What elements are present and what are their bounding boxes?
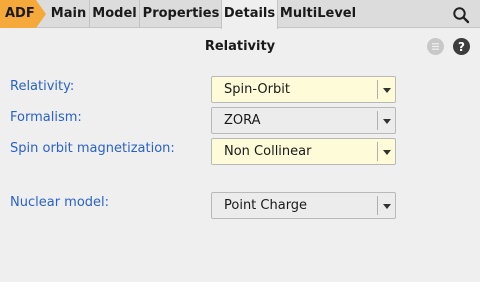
spin-orbit-magnetization-value: Non Collinear bbox=[224, 144, 312, 159]
relativity-label: Relativity: bbox=[10, 79, 75, 94]
tab-bar: ADF Main Model Properties Details MultiL… bbox=[0, 0, 480, 29]
tab-details[interactable]: Details bbox=[221, 0, 278, 29]
tab-properties[interactable]: Properties bbox=[140, 0, 222, 28]
chevron-down-icon bbox=[383, 204, 391, 209]
formalism-value: ZORA bbox=[224, 113, 261, 128]
select-divider bbox=[377, 142, 378, 161]
relativity-value: Spin-Orbit bbox=[224, 82, 290, 97]
page-title: Relativity bbox=[204, 39, 276, 54]
help-icon[interactable]: ? bbox=[453, 38, 470, 55]
tab-adf-label: ADF bbox=[5, 6, 35, 21]
menu-icon[interactable] bbox=[427, 38, 444, 55]
formalism-label: Formalism: bbox=[10, 110, 82, 125]
relativity-select[interactable]: Spin-Orbit bbox=[211, 76, 396, 103]
nuclear-model-label: Nuclear model: bbox=[10, 195, 110, 210]
nuclear-model-select[interactable]: Point Charge bbox=[211, 192, 396, 219]
nuclear-model-value: Point Charge bbox=[224, 198, 308, 213]
tab-adf[interactable]: ADF bbox=[0, 0, 46, 28]
chevron-down-icon bbox=[383, 88, 391, 93]
select-divider bbox=[377, 80, 378, 99]
tab-multilevel[interactable]: MultiLevel bbox=[278, 0, 358, 28]
search-icon[interactable] bbox=[452, 6, 470, 24]
select-divider bbox=[377, 111, 378, 130]
svg-text:?: ? bbox=[458, 40, 465, 54]
tab-model[interactable]: Model bbox=[90, 0, 140, 28]
chevron-down-icon bbox=[383, 150, 391, 155]
chevron-down-icon bbox=[383, 119, 391, 124]
tab-main[interactable]: Main bbox=[48, 0, 90, 28]
select-divider bbox=[377, 196, 378, 215]
formalism-select[interactable]: ZORA bbox=[211, 107, 396, 134]
spin-orbit-magnetization-label: Spin orbit magnetization: bbox=[10, 141, 175, 156]
spin-orbit-magnetization-select[interactable]: Non Collinear bbox=[211, 138, 396, 165]
